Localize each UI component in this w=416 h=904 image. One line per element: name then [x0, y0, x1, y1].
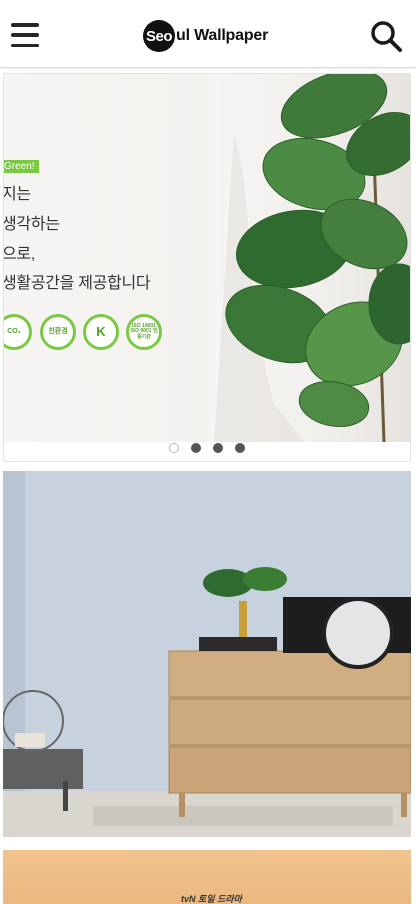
hero-slide[interactable]: Green! 지는 생각하는 으로, 생활공간을 제공합니다 CO₂ 친환경 K…	[4, 74, 410, 442]
slider-dots	[4, 443, 410, 453]
plant-image	[209, 74, 410, 442]
hero-banner-slider[interactable]: Green! 지는 생각하는 으로, 생활공간을 제공합니다 CO₂ 친환경 K…	[3, 73, 411, 462]
slider-dot-4[interactable]	[235, 443, 245, 453]
banner-copy-line: 지는	[4, 186, 31, 203]
slider-dot-2[interactable]	[191, 443, 201, 453]
search-icon[interactable]	[368, 18, 404, 54]
site-logo[interactable]: Seo ul Wallpaper	[143, 20, 268, 52]
logo-text: ul Wallpaper	[176, 27, 269, 44]
slider-dot-1[interactable]	[169, 443, 179, 453]
logo-badge: Seo	[143, 20, 175, 52]
slider-dot-3[interactable]	[213, 443, 223, 453]
k-cert-icon: K	[83, 314, 119, 350]
iso-cert-icon: ISO 14001 ISO 9001 인증기관	[126, 314, 162, 350]
hamburger-menu-icon[interactable]	[10, 20, 40, 50]
app-header: Seo ul Wallpaper	[0, 0, 416, 68]
living-room-image	[3, 471, 411, 837]
eco-cert-icon: 친환경	[40, 314, 76, 350]
banner-copy-line: 으로,	[4, 246, 35, 263]
tvn-drama-wallpaper-card[interactable]: tvN 토일 드라마	[3, 850, 411, 904]
green-tag: Green!	[4, 160, 39, 173]
banner-copy-line: 생활공간을 제공합니다	[4, 275, 151, 292]
banner-copy-line: 생각하는	[4, 216, 60, 233]
tvn-label: tvN 토일 드라마	[181, 894, 242, 904]
living-room-wallpaper-card[interactable]	[3, 471, 411, 837]
